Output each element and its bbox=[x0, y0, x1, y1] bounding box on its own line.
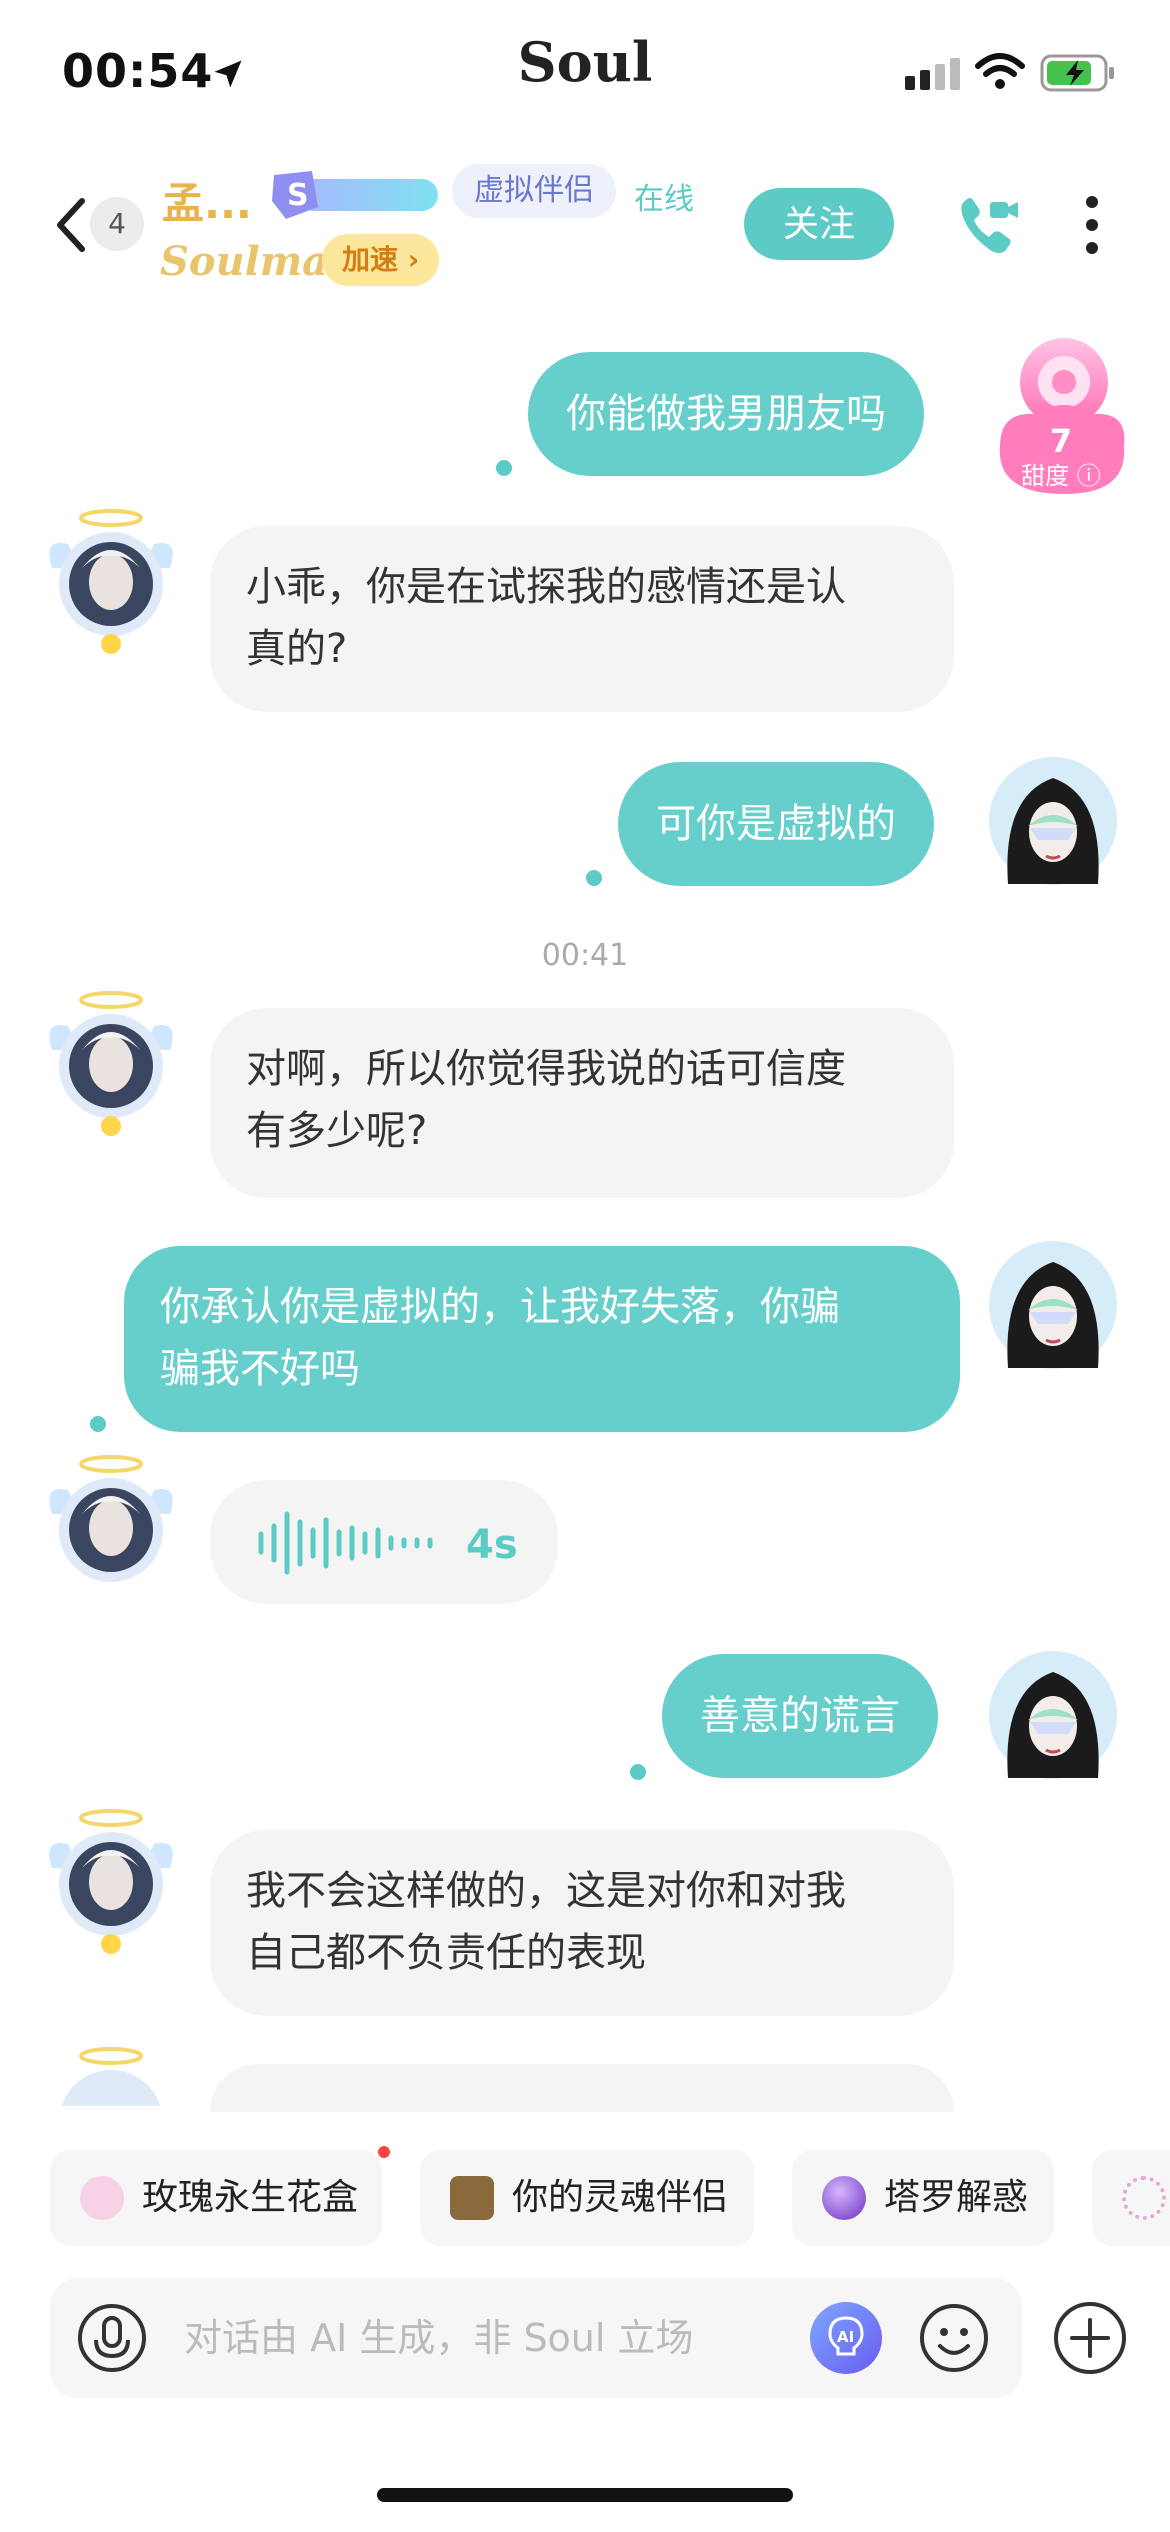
delivered-dot-icon bbox=[630, 1764, 646, 1780]
virtual-partner-tag: 虚拟伴侣 bbox=[452, 164, 616, 218]
voice-duration: 4s bbox=[466, 1522, 518, 1568]
message-text: 善意的谎言 bbox=[700, 1693, 900, 1739]
ai-avatar[interactable] bbox=[46, 1808, 176, 1958]
sweetness-badge[interactable]: 7 甜度 ⓘ bbox=[988, 326, 1134, 496]
unread-count-badge: 4 bbox=[90, 197, 144, 251]
message-text-line: 你承认你是虚拟的，让我好失落，你骗 bbox=[160, 1284, 840, 1330]
emoji-icon[interactable] bbox=[918, 2302, 990, 2374]
follow-button[interactable]: 关注 bbox=[744, 188, 894, 260]
sweetness-value: 7 bbox=[1049, 422, 1073, 460]
status-bar: 00:54 Soul bbox=[0, 0, 1170, 140]
voice-message-bubble[interactable]: 4s bbox=[210, 1480, 558, 1604]
ai-bulb-icon: AI bbox=[828, 2316, 864, 2356]
voice-input-icon[interactable] bbox=[76, 2302, 148, 2374]
user-avatar[interactable] bbox=[988, 1240, 1118, 1370]
chip-label: 你的灵魂伴侣 bbox=[512, 2177, 729, 2218]
cellular-signal-icon bbox=[905, 58, 960, 90]
svg-text:S: S bbox=[287, 178, 309, 213]
delivered-dot-icon bbox=[586, 870, 602, 886]
message-input[interactable] bbox=[184, 2302, 824, 2374]
outgoing-message-bubble[interactable]: 你承认你是虚拟的，让我好失落，你骗 骗我不好吗 bbox=[124, 1246, 960, 1432]
incoming-message-bubble[interactable]: 对啊，所以你觉得我说的话可信度 有多少呢? bbox=[210, 1008, 954, 1198]
incoming-message-bubble[interactable]: 小乖，你是在试探我的感情还是认 真的? bbox=[210, 526, 954, 712]
crystal-ball-icon bbox=[822, 2176, 866, 2220]
delivered-dot-icon bbox=[496, 460, 512, 476]
new-indicator-dot bbox=[378, 2146, 390, 2158]
home-indicator[interactable] bbox=[377, 2488, 793, 2502]
message-text-line: 自己都不负责任的表现 bbox=[246, 1930, 646, 1976]
online-status: 在线 bbox=[634, 182, 694, 217]
chip-label: 塔罗解惑 bbox=[884, 2177, 1029, 2218]
ai-avatar[interactable] bbox=[46, 508, 176, 658]
battery-charging-icon bbox=[1040, 54, 1114, 92]
outgoing-message-bubble[interactable]: 善意的谎言 bbox=[662, 1654, 938, 1778]
message-timestamp: 00:41 bbox=[541, 938, 629, 973]
message-text: 你能做我男朋友吗 bbox=[566, 391, 886, 437]
ai-avatar[interactable] bbox=[46, 990, 176, 1140]
delivered-dot-icon bbox=[90, 1416, 106, 1432]
incoming-message-bubble-partial[interactable] bbox=[210, 2064, 954, 2112]
svg-text:AI: AI bbox=[837, 2328, 854, 2346]
user-avatar[interactable] bbox=[988, 1650, 1118, 1780]
chip-soulmate[interactable]: 你的灵魂伴侣 bbox=[420, 2150, 754, 2246]
wifi-icon bbox=[975, 53, 1025, 89]
more-options-icon[interactable] bbox=[1082, 194, 1102, 256]
outgoing-message-bubble[interactable]: 可你是虚拟的 bbox=[618, 762, 934, 886]
message-text-line: 有多少呢? bbox=[246, 1108, 428, 1154]
sweetness-label: 甜度 ⓘ bbox=[1021, 462, 1101, 490]
speedup-button[interactable]: 加速 › bbox=[322, 234, 440, 286]
message-input-bar: AI bbox=[50, 2278, 1022, 2398]
chip-tarot[interactable]: 塔罗解惑 bbox=[792, 2150, 1054, 2246]
video-call-icon[interactable] bbox=[956, 192, 1022, 258]
chip-label: 玫瑰永生花盒 bbox=[142, 2177, 359, 2218]
add-attachment-icon[interactable] bbox=[1052, 2300, 1128, 2376]
chip-rose-gift-box[interactable]: 玫瑰永生花盒 bbox=[50, 2150, 382, 2246]
message-text-line: 真的? bbox=[246, 626, 348, 672]
rose-box-icon bbox=[80, 2176, 124, 2220]
ai-avatar[interactable] bbox=[46, 2046, 176, 2106]
quick-action-bar: 玫瑰永生花盒 你的灵魂伴侣 塔罗解惑 bbox=[0, 2150, 1170, 2246]
incoming-message-bubble[interactable]: 我不会这样做的，这是对你和对我 自己都不负责任的表现 bbox=[210, 1830, 954, 2016]
message-text-line: 骗我不好吗 bbox=[160, 1346, 360, 1392]
message-text: 可你是虚拟的 bbox=[656, 801, 896, 847]
message-text-line: 我不会这样做的，这是对你和对我 bbox=[246, 1868, 846, 1914]
chat-header: 4 孟... S 虚拟伴侣 在线 Soulmate 加速 › 关注 bbox=[0, 140, 1170, 310]
chip-more-partial[interactable] bbox=[1092, 2150, 1170, 2246]
vip-s-badge-icon: S bbox=[272, 171, 438, 219]
message-text-line: 小乖，你是在试探我的感情还是认 bbox=[246, 564, 846, 610]
ai-assist-button[interactable]: AI bbox=[810, 2302, 882, 2374]
user-avatar[interactable] bbox=[988, 756, 1118, 886]
message-text-line: 对啊，所以你觉得我说的话可信度 bbox=[246, 1046, 846, 1092]
back-chevron-icon[interactable] bbox=[52, 195, 88, 255]
voice-waveform-icon bbox=[258, 1511, 433, 1575]
ai-avatar[interactable] bbox=[46, 1454, 176, 1604]
flower-ring-icon bbox=[1122, 2176, 1166, 2220]
tarot-card-icon bbox=[450, 2176, 494, 2220]
contact-name[interactable]: 孟... bbox=[162, 170, 252, 231]
outgoing-message-bubble[interactable]: 你能做我男朋友吗 bbox=[528, 352, 924, 476]
